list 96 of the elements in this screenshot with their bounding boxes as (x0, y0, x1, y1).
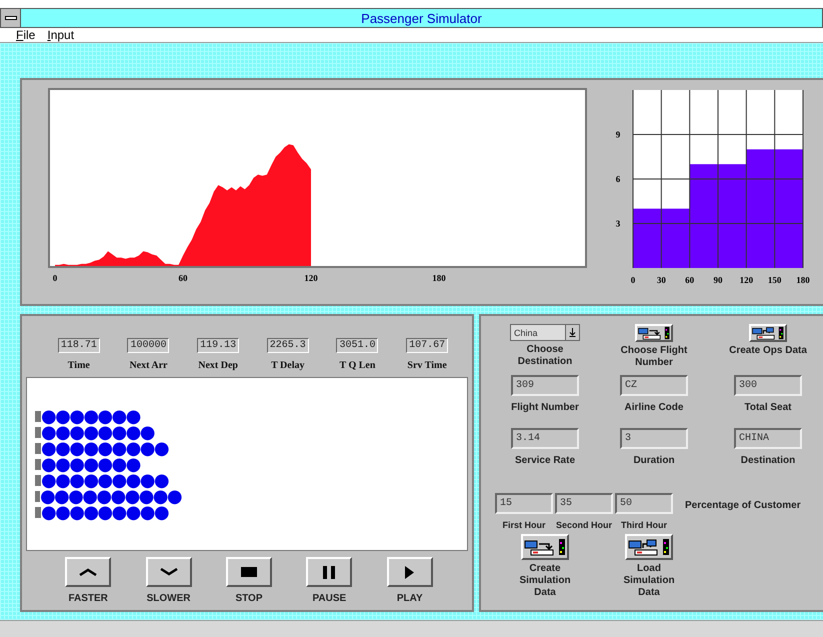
queue-server (35, 442, 41, 454)
menu-item[interactable]: Input (47, 28, 74, 42)
chevron-up-icon (79, 568, 98, 576)
passenger-queue: ●●●●●●●●● (41, 472, 168, 488)
computer-import-icon (627, 538, 671, 556)
action-button[interactable] (521, 534, 569, 560)
text-field[interactable]: CHINA (734, 428, 802, 449)
queue-server (35, 490, 40, 502)
button-caption: FASTER (68, 593, 108, 604)
action-button[interactable] (749, 324, 787, 342)
action-button[interactable] (625, 534, 673, 560)
passenger-queue: ●●●●●●● (41, 408, 140, 424)
queue-server (35, 506, 41, 518)
computer-import-icon (751, 324, 785, 342)
queue-server (35, 458, 41, 470)
field-label: Total Seat (744, 402, 792, 414)
readout-label: Srv Time (407, 360, 447, 371)
pause-icon (323, 566, 336, 578)
down-arrow-icon (569, 328, 576, 337)
field-label: Airline Code (624, 402, 684, 414)
text-field[interactable]: 300 (734, 375, 802, 396)
playback-button[interactable] (146, 557, 192, 587)
readout-field: 2265.3 (266, 338, 309, 353)
dropdown-value: China (514, 328, 538, 338)
caption-label: Percentage of Customer (685, 500, 801, 512)
playback-button[interactable] (226, 557, 272, 587)
field-label: Service Rate (514, 455, 576, 467)
passenger-queue: ●●●●●●● (41, 456, 140, 472)
menu-item[interactable]: File (16, 28, 36, 42)
queue-server (35, 426, 41, 438)
button-caption: PAUSE (312, 593, 346, 604)
axis-tick-label: 60 (178, 273, 188, 283)
field-label: First Hour (502, 519, 546, 531)
button-caption: Create Simulation Data (518, 563, 572, 599)
text-field[interactable]: 35 (555, 493, 613, 514)
passenger-queue: ●●●●●●●●● (41, 504, 168, 520)
queue-server (35, 410, 41, 422)
system-menu-button[interactable] (1, 9, 21, 27)
button-caption: PLAY (396, 593, 423, 604)
computer-export-icon (523, 538, 567, 556)
readout-label: Time (68, 360, 90, 371)
playback-button[interactable] (306, 557, 352, 587)
passenger-queue: ●●●●●●●● (41, 424, 154, 440)
playback-button[interactable] (386, 557, 433, 587)
axis-tick-label: 0 (630, 275, 636, 285)
text-field[interactable]: 15 (495, 493, 553, 514)
passenger-queue: ●●●●●●●●●● (40, 488, 181, 504)
text-field[interactable]: 50 (615, 493, 673, 514)
text-field[interactable]: 3.14 (511, 428, 579, 449)
axis-tick-label: 150 (768, 275, 782, 285)
text-field[interactable]: 309 (511, 375, 579, 396)
axis-tick-label: 90 (714, 275, 722, 285)
field-label: Choose Destination (516, 344, 574, 368)
queue-server (35, 474, 41, 486)
action-button[interactable] (635, 324, 673, 342)
readout-label: Next Arr (129, 360, 168, 371)
axis-tick-label: 180 (432, 273, 446, 283)
button-caption: Create Ops Data (728, 345, 808, 357)
readout-field: 100000 (127, 338, 170, 353)
passenger-queue: ●●●●●●●●● (41, 440, 168, 456)
field-label: Second Hour (556, 519, 612, 531)
axis-tick-label: 120 (740, 275, 754, 285)
axis-tick-label: 0 (52, 273, 58, 283)
readout-label: Next Dep (198, 360, 238, 371)
button-caption: SLOWER (146, 593, 191, 604)
readout-field: 3051.0 (336, 338, 378, 353)
field-label: Third Hour (621, 519, 667, 531)
field-label: Duration (633, 455, 675, 467)
axis-tick-label: 120 (304, 273, 318, 283)
computer-export-icon (637, 324, 671, 342)
axis-tick-label: 180 (796, 275, 810, 285)
text-field[interactable]: CZ (620, 375, 688, 396)
readout-field: 119.13 (197, 338, 240, 353)
axis-tick-label: 30 (656, 275, 666, 285)
readout-label: T Q Len (339, 360, 376, 371)
field-label: Flight Number (511, 402, 579, 414)
playback-button[interactable] (65, 557, 112, 587)
minus-icon (4, 16, 16, 20)
destination-dropdown[interactable]: China (510, 324, 580, 341)
play-icon (405, 566, 414, 578)
axis-tick-label: 9 (616, 130, 620, 140)
stop-icon (240, 567, 257, 577)
button-caption: STOP (235, 593, 262, 604)
text-field[interactable]: 3 (620, 428, 688, 449)
axis-tick-label: 60 (685, 275, 694, 285)
field-label: Destination (740, 455, 796, 467)
readout-label: T Delay (271, 360, 304, 371)
readout-field: 107.67 (406, 338, 448, 353)
axis-tick-label: 3 (616, 218, 620, 228)
chart-bar (633, 208, 662, 268)
button-caption: Choose Flight Number (620, 345, 688, 369)
chevron-down-icon (160, 568, 178, 576)
button-caption: Load Simulation Data (622, 563, 676, 599)
axis-tick-label: 6 (616, 174, 620, 184)
readout-field: 118.71 (58, 338, 100, 353)
window-title: Passenger Simulator (360, 10, 483, 26)
